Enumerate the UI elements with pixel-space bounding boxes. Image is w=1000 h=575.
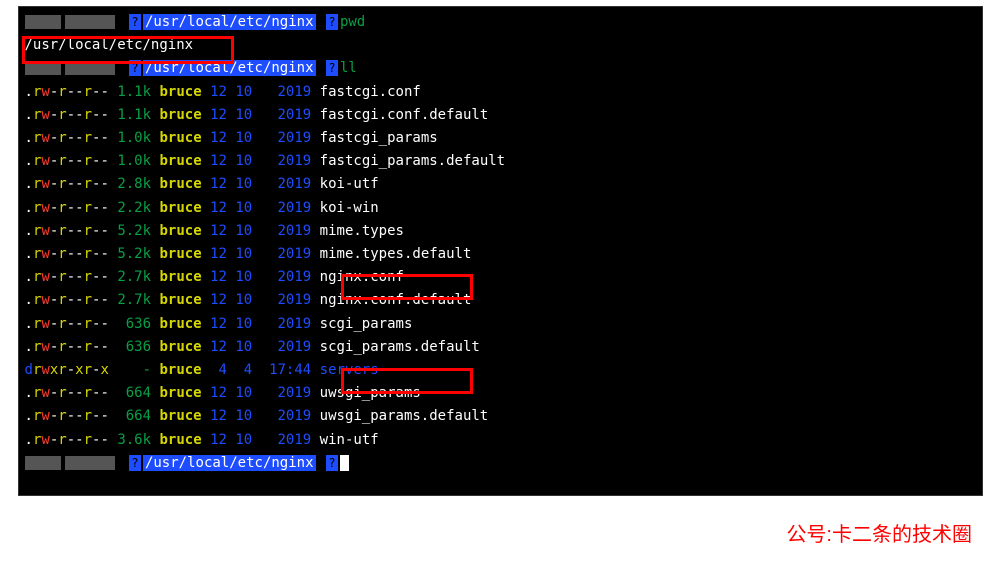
qmark-icon: ?	[129, 14, 141, 30]
redacted	[25, 61, 61, 75]
file-name: scgi_params.default	[320, 339, 480, 355]
file-row: .rw-r--r-- 3.6k bruce 12 10 2019 win-utf	[25, 429, 976, 452]
path-badge: /usr/local/etc/nginx	[143, 14, 316, 30]
command-ll: ll	[340, 60, 357, 76]
path-badge: /usr/local/etc/nginx	[143, 60, 316, 76]
file-name: uwsgi_params.default	[320, 408, 489, 424]
watermark-text: 公号:卡二条的技术圈	[786, 518, 972, 547]
terminal[interactable]: ?/usr/local/etc/nginx ?pwd /usr/local/et…	[18, 6, 983, 496]
command-pwd: pwd	[340, 14, 365, 30]
file-row: .rw-r--r-- 664 bruce 12 10 2019 uwsgi_pa…	[25, 382, 976, 405]
file-name: fastcgi_params	[320, 130, 438, 146]
redacted	[25, 15, 61, 29]
file-row: .rw-r--r-- 664 bruce 12 10 2019 uwsgi_pa…	[25, 405, 976, 428]
cursor	[340, 455, 349, 471]
file-row: .rw-r--r-- 5.2k bruce 12 10 2019 mime.ty…	[25, 220, 976, 243]
file-listing: .rw-r--r-- 1.1k bruce 12 10 2019 fastcgi…	[25, 81, 976, 452]
file-row: .rw-r--r-- 2.8k bruce 12 10 2019 koi-utf	[25, 173, 976, 196]
file-name: scgi_params	[320, 316, 413, 332]
qmark-icon: ?	[129, 60, 141, 76]
file-name: nginx.conf.default	[320, 292, 472, 308]
file-name: fastcgi_params.default	[320, 153, 505, 169]
file-row: .rw-r--r-- 1.1k bruce 12 10 2019 fastcgi…	[25, 104, 976, 127]
redacted	[65, 456, 115, 470]
qmark-icon: ?	[129, 455, 141, 471]
file-name: koi-win	[320, 200, 379, 216]
file-name: mime.types	[320, 223, 404, 239]
file-row: .rw-r--r-- 1.0k bruce 12 10 2019 fastcgi…	[25, 127, 976, 150]
file-row: .rw-r--r-- 5.2k bruce 12 10 2019 mime.ty…	[25, 243, 976, 266]
file-row: drwxr-xr-x - bruce 4 4 17:44 servers	[25, 359, 976, 382]
file-name: mime.types.default	[320, 246, 472, 262]
file-row: .rw-r--r-- 636 bruce 12 10 2019 scgi_par…	[25, 336, 976, 359]
file-row: .rw-r--r-- 636 bruce 12 10 2019 scgi_par…	[25, 313, 976, 336]
redacted	[65, 61, 115, 75]
qmark-icon: ?	[326, 60, 338, 76]
file-row: .rw-r--r-- 2.2k bruce 12 10 2019 koi-win	[25, 197, 976, 220]
file-name: fastcgi.conf	[320, 84, 421, 100]
pwd-output: /usr/local/etc/nginx	[25, 34, 976, 57]
file-name: nginx.conf	[320, 269, 404, 285]
prompt-line-3: ?/usr/local/etc/nginx ?	[25, 452, 976, 475]
qmark-icon: ?	[326, 14, 338, 30]
file-name: win-utf	[320, 432, 379, 448]
path-badge: /usr/local/etc/nginx	[143, 455, 316, 471]
file-row: .rw-r--r-- 1.0k bruce 12 10 2019 fastcgi…	[25, 150, 976, 173]
file-row: .rw-r--r-- 2.7k bruce 12 10 2019 nginx.c…	[25, 266, 976, 289]
file-name: uwsgi_params	[320, 385, 421, 401]
prompt-line-1: ?/usr/local/etc/nginx ?pwd	[25, 11, 976, 34]
prompt-line-2: ?/usr/local/etc/nginx ?ll	[25, 57, 976, 80]
file-name: koi-utf	[320, 176, 379, 192]
redacted	[25, 456, 61, 470]
file-name: servers	[320, 362, 379, 378]
qmark-icon: ?	[326, 455, 338, 471]
file-row: .rw-r--r-- 1.1k bruce 12 10 2019 fastcgi…	[25, 81, 976, 104]
redacted	[65, 15, 115, 29]
file-row: .rw-r--r-- 2.7k bruce 12 10 2019 nginx.c…	[25, 289, 976, 312]
file-name: fastcgi.conf.default	[320, 107, 489, 123]
